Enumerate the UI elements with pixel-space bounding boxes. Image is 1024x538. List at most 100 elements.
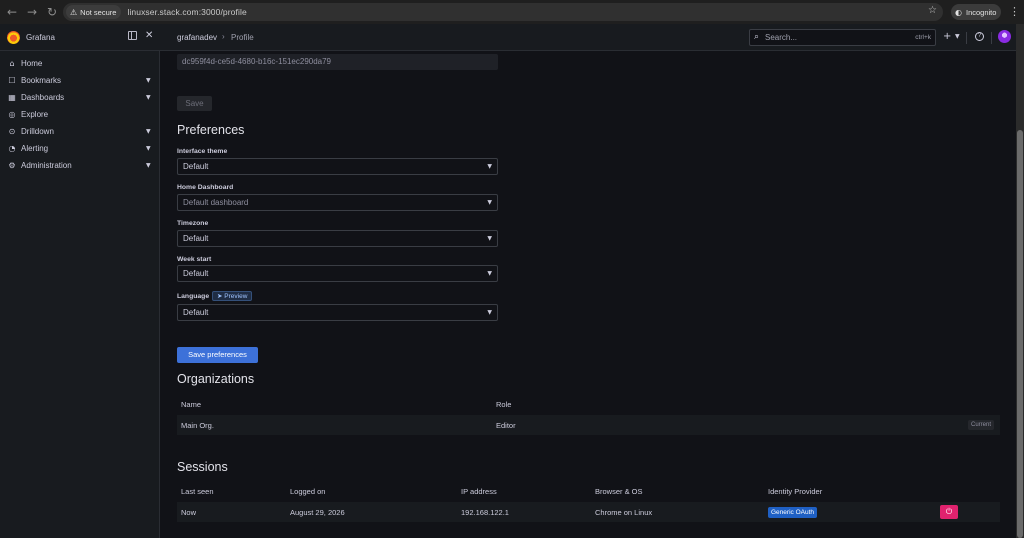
identity-provider-badge: Generic OAuth	[768, 507, 817, 518]
column-header-last-seen: Last seen	[181, 487, 214, 496]
column-header-logged-on: Logged on	[290, 487, 326, 496]
home-dashboard-select[interactable]: Default dashboard ▼	[177, 194, 498, 211]
column-header-browser: Browser & OS	[595, 487, 643, 496]
main-content: dc959f4d-ce5d-4680-b16c-151ec290da79 Sav…	[161, 51, 1016, 538]
breadcrumb-separator: ›	[222, 32, 225, 41]
column-header-name: Name	[181, 400, 202, 409]
uid-field[interactable]: dc959f4d-ce5d-4680-b16c-151ec290da79	[177, 54, 498, 70]
home-icon: ⌂	[9, 58, 15, 68]
grafana-logo-icon[interactable]	[7, 31, 20, 44]
url-text[interactable]: linuxser.stack.com:3000/profile	[127, 7, 246, 17]
scrollbar-thumb[interactable]	[1017, 130, 1023, 538]
drilldown-icon: ⊙	[8, 126, 16, 136]
dashboards-icon: ▦	[8, 92, 16, 102]
search-placeholder: Search...	[765, 33, 798, 42]
chevron-down-icon[interactable]: ▼	[146, 145, 151, 152]
sidebar-item-label: Alerting	[21, 143, 49, 153]
sidebar-item-administration[interactable]: ⚙ Administration ▼	[0, 157, 160, 173]
compass-icon: ◎	[8, 109, 16, 119]
sidebar-item-bookmarks[interactable]: ☐ Bookmarks ▼	[0, 72, 160, 88]
bookmark-icon: ☐	[8, 75, 16, 85]
column-header-role: Role	[496, 400, 512, 409]
column-header-identity-provider: Identity Provider	[768, 487, 823, 496]
language-label: Language	[177, 293, 210, 300]
chevron-down-icon: ▼	[487, 309, 492, 316]
search-input[interactable]: ⌕ Search... ctrl+k	[749, 29, 936, 46]
preview-label: Preview	[224, 293, 248, 300]
sidebar: ⌂ Home ☐ Bookmarks ▼ ▦ Dashboards ▼ ◎ Ex…	[0, 51, 160, 538]
breadcrumb-current: Profile	[231, 33, 254, 42]
session-logged-on: August 29, 2026	[290, 508, 345, 517]
table-row: Now August 29, 2026 192.168.122.1 Chrome…	[177, 502, 1000, 522]
interface-theme-select[interactable]: Default ▼	[177, 158, 498, 175]
chevron-down-icon: ▼	[487, 270, 492, 277]
timezone-label: Timezone	[177, 220, 209, 227]
preferences-title: Preferences	[177, 123, 245, 137]
incognito-icon: ◐	[955, 7, 962, 17]
send-icon: ➤	[217, 292, 223, 300]
add-new-button[interactable]: +	[943, 31, 951, 42]
sidebar-item-label: Administration	[21, 160, 72, 170]
sidebar-item-label: Bookmarks	[21, 75, 62, 85]
not-secure-label: Not secure	[80, 7, 117, 17]
session-browser: Chrome on Linux	[595, 508, 653, 517]
address-bar[interactable]: ⚠ Not secure linuxser.stack.com:3000/pro…	[63, 3, 943, 21]
grafana-topbar: Grafana ✕ grafanadev › Profile ⌕ Search.…	[0, 24, 1016, 51]
current-badge: Current	[967, 420, 994, 430]
language-select[interactable]: Default ▼	[177, 304, 498, 321]
arrow-left-icon[interactable]: ←	[3, 3, 21, 21]
sidebar-item-explore[interactable]: ◎ Explore	[0, 106, 160, 122]
chevron-down-icon[interactable]: ▼	[955, 33, 960, 40]
incognito-chip[interactable]: ◐ Incognito	[951, 4, 1001, 20]
sessions-table-header: Last seen Logged on IP address Browser &…	[177, 483, 1000, 501]
select-value: Default	[183, 269, 209, 278]
gear-icon: ⚙	[8, 160, 16, 170]
revoke-session-button[interactable]: ⏻	[940, 505, 958, 519]
sidebar-item-drilldown[interactable]: ⊙ Drilldown ▼	[0, 123, 160, 139]
chevron-down-icon[interactable]: ▼	[146, 94, 151, 101]
divider	[966, 32, 967, 44]
arrow-right-icon[interactable]: →	[23, 3, 41, 21]
chevron-down-icon[interactable]: ▼	[146, 128, 151, 135]
sidebar-item-label: Dashboards	[21, 92, 65, 102]
save-preferences-button[interactable]: Save preferences	[177, 347, 258, 363]
organizations-title: Organizations	[177, 372, 255, 386]
search-shortcut: ctrl+k	[915, 34, 931, 41]
chevron-down-icon: ▼	[487, 235, 492, 242]
home-dashboard-label: Home Dashboard	[177, 184, 234, 191]
breadcrumb-root[interactable]: grafanadev	[177, 33, 217, 42]
search-icon: ⌕	[754, 32, 760, 42]
save-button[interactable]: Save	[177, 96, 212, 111]
org-role: Editor	[496, 421, 516, 430]
divider	[991, 32, 992, 44]
avatar[interactable]	[998, 30, 1011, 43]
dock-menu-icon[interactable]	[128, 31, 137, 40]
select-value: Default	[183, 162, 209, 171]
close-icon[interactable]: ✕	[145, 30, 153, 41]
browser-menu-icon[interactable]: ⋮	[1009, 5, 1020, 18]
organizations-table-header: Name Role	[177, 396, 1000, 414]
chevron-down-icon: ▼	[487, 163, 492, 170]
help-icon[interactable]: ?	[975, 32, 984, 41]
column-header-ip: IP address	[461, 487, 497, 496]
sidebar-item-home[interactable]: ⌂ Home	[0, 55, 160, 71]
sidebar-item-alerting[interactable]: ◔ Alerting ▼	[0, 140, 160, 156]
week-start-select[interactable]: Default ▼	[177, 265, 498, 282]
brand-name: Grafana	[26, 33, 55, 42]
sidebar-item-label: Explore	[21, 109, 49, 119]
week-start-label: Week start	[177, 256, 212, 263]
select-value: Default dashboard	[183, 198, 249, 207]
reload-icon[interactable]: ↻	[43, 3, 61, 21]
bookmark-star-icon[interactable]: ☆	[928, 5, 937, 16]
incognito-label: Incognito	[965, 7, 997, 17]
chevron-down-icon[interactable]: ▼	[146, 77, 151, 84]
warning-icon: ⚠	[70, 7, 78, 17]
timezone-select[interactable]: Default ▼	[177, 230, 498, 247]
not-secure-chip[interactable]: ⚠ Not secure	[66, 5, 122, 19]
sidebar-item-dashboards[interactable]: ▦ Dashboards ▼	[0, 89, 160, 105]
session-last-seen: Now	[181, 508, 197, 517]
sidebar-item-label: Home	[21, 58, 43, 68]
bell-icon: ◔	[8, 143, 16, 153]
chevron-down-icon[interactable]: ▼	[146, 162, 151, 169]
table-row: Main Org. Editor Current	[177, 415, 1000, 435]
